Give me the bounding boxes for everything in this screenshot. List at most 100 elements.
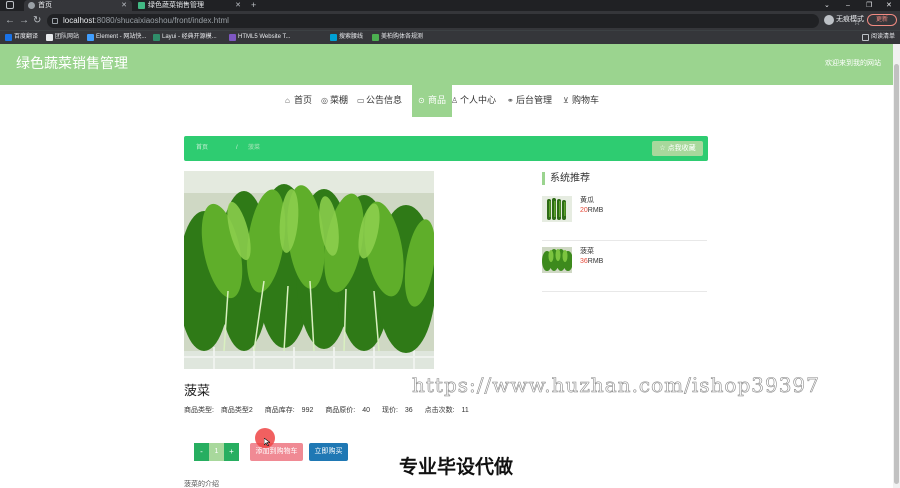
new-tab-button[interactable]: + [251, 0, 256, 11]
price-value: 36 [404, 407, 413, 414]
url-host: localhost [63, 16, 95, 25]
home-icon: ⌂ [285, 96, 290, 105]
nav-item-label: 公告信息 [366, 95, 403, 105]
bookmark-label: Layui - 经典开源模... [162, 34, 217, 40]
restore-icon[interactable]: ❐ [866, 0, 872, 11]
tab-list-icon[interactable]: ⌄ [824, 0, 830, 11]
bookmark-favicon-icon [372, 34, 379, 41]
nav-item-label: 个人中心 [460, 95, 497, 105]
nav-item-label: 商品 [428, 95, 447, 105]
notice-icon: ▭ [357, 96, 365, 105]
mouse-cursor-icon [264, 438, 270, 446]
nav-item-link[interactable]: ⚭ 后台管理 [506, 84, 552, 117]
cucumber-thumbnail [542, 196, 572, 222]
bookmark-item[interactable]: 搜索腰线 [330, 31, 363, 44]
address-bar: ← → ↻ localhost:8080/shucaixiaoshou/fron… [0, 11, 900, 30]
update-button[interactable]: 更新 [867, 14, 897, 26]
close-tab-icon[interactable]: ✕ [121, 0, 127, 11]
promo-banner: 专业毕设代做 [399, 456, 514, 478]
site-title: 绿色蔬菜销售管理 [16, 56, 128, 72]
clicks-label: 点击次数: [424, 407, 455, 414]
bookmark-item[interactable]: HTML5 Website T... [229, 31, 290, 44]
recommend-item[interactable]: 黄瓜 20RMB [542, 196, 707, 241]
vue-icon [138, 2, 145, 9]
breadcrumb: 首页 / 菠菜 ☆ 点我收藏 [184, 136, 708, 161]
bookmark-label: 团队网站 [55, 34, 80, 40]
goods-icon: ⊙ [418, 96, 425, 105]
minimize-icon[interactable]: – [846, 0, 850, 11]
reload-icon[interactable]: ↻ [33, 14, 41, 27]
profile-chip[interactable]: 无痕模式 [824, 14, 864, 26]
tab-title: 绿色蔬菜销售管理 [148, 2, 204, 9]
stock-label: 商品库存: [264, 407, 295, 414]
browser-tab-site[interactable]: 绿色蔬菜销售管理 ✕ [134, 0, 246, 11]
recommend-item-price: 36RMB [580, 258, 604, 265]
link-icon: ⚭ [507, 96, 514, 105]
profile-label: 无痕模式 [836, 16, 864, 23]
increase-button[interactable]: + [224, 443, 239, 461]
avatar [824, 15, 834, 25]
nav-item-leaf[interactable]: ◎ 菜棚 [320, 84, 348, 117]
bookmark-item[interactable]: 百度翻译 [5, 31, 38, 44]
reading-list-label: 阅读清单 [871, 34, 896, 40]
bookmark-label: Element - 网站快... [96, 34, 147, 40]
close-tab-icon[interactable]: ✕ [235, 0, 241, 11]
leaf-icon: ◎ [321, 96, 328, 105]
browser-tab-home[interactable]: 首页 ✕ [24, 0, 132, 11]
site-info-icon[interactable] [52, 18, 58, 24]
bookmark-item[interactable]: 团队网站 [46, 31, 79, 44]
stock-value: 992 [301, 407, 314, 414]
price-label: 现价: [381, 407, 398, 414]
welcome-text: 欢迎来到我的网站 [825, 60, 881, 67]
forward-icon[interactable]: → [19, 14, 29, 27]
original-price-value: 40 [362, 407, 371, 414]
watermark-url: https://www.huzhan.com/ishop39397 [412, 373, 820, 398]
reading-list-button[interactable]: 阅读清单 [862, 31, 895, 44]
recommend-item-name: 菠菜 [580, 248, 594, 255]
nav-item-home[interactable]: ⌂ 首页 [284, 84, 312, 117]
nav-item-label: 后台管理 [516, 95, 553, 105]
type-value: 商品类型2 [220, 407, 253, 414]
reading-list-icon [862, 34, 869, 41]
bookmark-item[interactable]: 美柏购体各规测 [372, 31, 423, 44]
product-intro-label: 菠菜的介绍 [184, 481, 219, 488]
recommend-item-price: 20RMB [580, 207, 604, 214]
quantity-field[interactable]: 1 [209, 443, 224, 461]
product-image [184, 171, 434, 369]
tab-search-icon[interactable] [6, 1, 14, 9]
nav-item-user[interactable]: ♙ 个人中心 [450, 84, 496, 117]
close-window-icon[interactable]: ✕ [886, 0, 892, 11]
user-icon: ♙ [451, 96, 459, 105]
tab-title: 首页 [38, 2, 52, 9]
recommend-item-name: 黄瓜 [580, 197, 594, 204]
bookmark-favicon-icon [153, 34, 160, 41]
recommend-item[interactable]: 菠菜 36RMB [542, 247, 707, 292]
nav-item-cart[interactable]: ⊻ 购物车 [562, 84, 599, 117]
product-meta: 商品类型: 商品类型2 商品库存: 992 商品原价: 40 现价: 36 点击… [184, 406, 479, 415]
favorite-button[interactable]: ☆ 点我收藏 [652, 141, 703, 156]
browser-tab-bar: 首页 ✕ 绿色蔬菜销售管理 ✕ + ⌄ – ❐ ✕ [0, 0, 900, 11]
url-field[interactable]: localhost:8080/shucaixiaoshou/front/inde… [47, 14, 861, 28]
spinach-thumbnail [542, 247, 572, 273]
bookmark-item[interactable]: Element - 网站快... [87, 31, 146, 44]
decrease-button[interactable]: - [194, 443, 209, 461]
nav-item-goods[interactable]: ⊙ 商品 [412, 84, 453, 117]
site-header: 绿色蔬菜销售管理 欢迎来到我的网站 [0, 44, 893, 85]
buy-now-button[interactable]: 立即购买 [309, 443, 348, 461]
bookmarks-bar: 百度翻译 团队网站 Element - 网站快... Layui - 经典开源模...… [0, 30, 900, 44]
bookmark-item[interactable]: Layui - 经典开源模... [153, 31, 217, 44]
breadcrumb-current: 菠菜 [248, 145, 261, 151]
page-scrollbar[interactable] [893, 44, 900, 488]
scrollbar-thumb[interactable] [894, 64, 899, 484]
bookmark-favicon-icon [46, 34, 53, 41]
nav-item-notice[interactable]: ▭ 公告信息 [356, 84, 402, 117]
type-label: 商品类型: [184, 407, 214, 414]
clicks-value: 11 [461, 407, 469, 414]
recommend-title: 系统推荐 [542, 172, 590, 185]
breadcrumb-separator: / [236, 145, 238, 151]
back-icon[interactable]: ← [5, 14, 15, 27]
original-price-label: 商品原价: [325, 407, 356, 414]
breadcrumb-home[interactable]: 首页 [196, 143, 208, 153]
bookmark-label: 搜索腰线 [339, 34, 364, 40]
globe-icon [28, 2, 35, 9]
